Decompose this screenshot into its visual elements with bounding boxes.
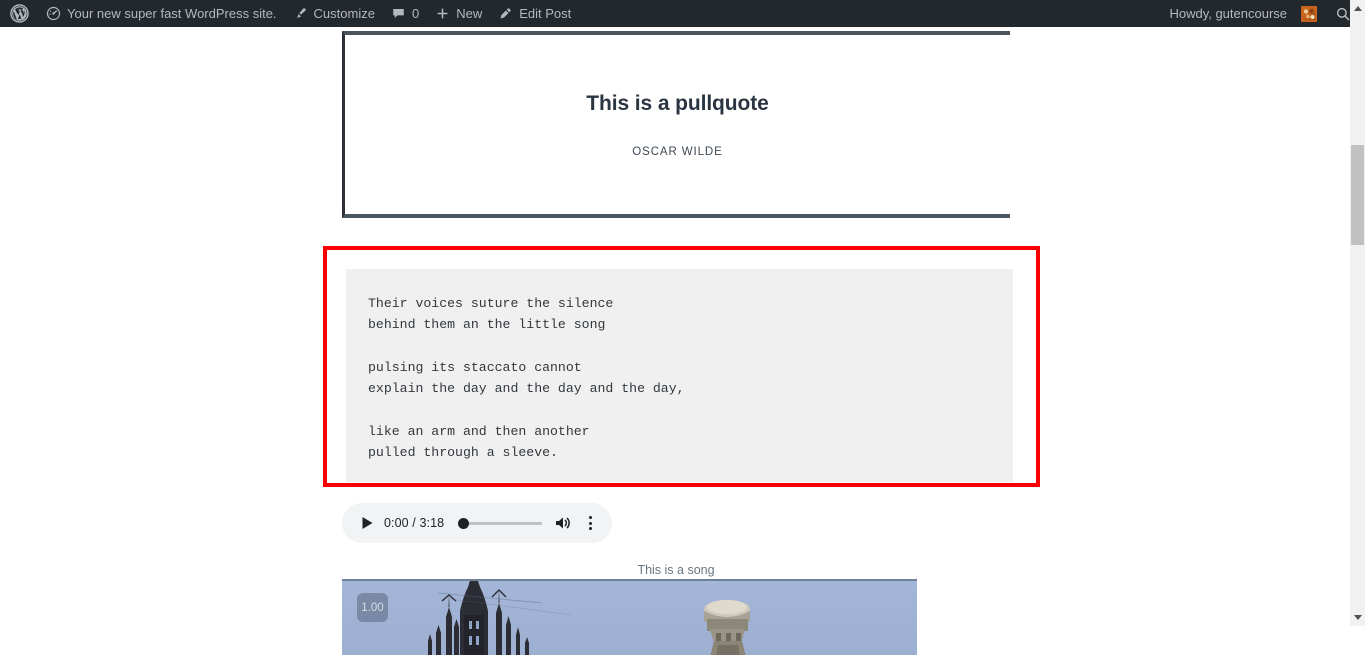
site-name-menu[interactable]: Your new super fast WordPress site.: [38, 0, 285, 27]
arrow-down-glyph: [1353, 615, 1362, 620]
admin-bar-right-group: Howdy, gutencourse: [1161, 0, 1365, 27]
wordpress-logo-icon: [10, 4, 29, 23]
wordpress-logo-button[interactable]: [0, 0, 38, 27]
play-triangle-icon[interactable]: [356, 512, 378, 534]
speaker-volume-icon[interactable]: [552, 512, 574, 534]
search-icon: [1335, 6, 1351, 22]
plus-icon: [435, 6, 450, 21]
customize-label: Customize: [313, 6, 375, 21]
audio-player[interactable]: 0:00 / 3:18: [342, 503, 612, 543]
video-block[interactable]: 1.00: [342, 579, 917, 655]
arrow-up-glyph: [1353, 6, 1362, 11]
pullquote-block[interactable]: This is a pullquote OSCAR WILDE: [342, 31, 1010, 218]
comments-button[interactable]: 0: [383, 0, 427, 27]
scroll-down-arrow-icon[interactable]: [1350, 609, 1365, 626]
verse-block[interactable]: Their voices suture the silence behind t…: [346, 269, 1013, 482]
scroll-up-arrow-icon[interactable]: [1350, 0, 1365, 17]
post-preview-content: This is a pullquote OSCAR WILDE Their vo…: [0, 27, 1350, 655]
wp-admin-bar: Your new super fast WordPress site. Cust…: [0, 0, 1365, 27]
playback-speed-badge[interactable]: 1.00: [357, 593, 388, 622]
dot: [588, 527, 592, 530]
audio-caption: This is a song: [637, 563, 715, 577]
howdy-account-menu[interactable]: Howdy, gutencourse: [1161, 0, 1325, 27]
customize-button[interactable]: Customize: [285, 0, 383, 27]
verse-block-highlight[interactable]: Their voices suture the silence behind t…: [323, 246, 1040, 487]
edit-post-label: Edit Post: [519, 6, 572, 21]
verse-text: Their voices suture the silence behind t…: [368, 296, 685, 461]
user-avatar-icon: [1301, 5, 1317, 22]
pencil-icon: [498, 6, 513, 21]
new-label: New: [456, 6, 483, 21]
dot: [588, 521, 592, 525]
paintbrush-icon: [293, 6, 308, 21]
edit-post-button[interactable]: Edit Post: [490, 0, 579, 27]
scrollbar-thumb[interactable]: [1351, 145, 1364, 245]
more-vertical-dots-icon[interactable]: [580, 512, 600, 534]
new-content-button[interactable]: New: [427, 0, 490, 27]
site-name-label: Your new super fast WordPress site.: [67, 6, 277, 21]
audio-time-display: 0:00 / 3:18: [384, 516, 445, 530]
howdy-label: Howdy, gutencourse: [1169, 6, 1287, 21]
page-scrollbar[interactable]: [1350, 0, 1365, 626]
audio-scrubber-track: [467, 521, 542, 525]
cathedral-spire-image: [428, 581, 750, 655]
comments-count: 0: [411, 6, 420, 21]
dot: [588, 516, 592, 519]
audio-scrubber[interactable]: [458, 516, 542, 530]
pullquote-citation: OSCAR WILDE: [632, 145, 723, 158]
comment-bubble-icon: [391, 6, 406, 21]
pullquote-text: This is a pullquote: [586, 91, 769, 115]
audio-scrubber-thumb[interactable]: [458, 517, 470, 529]
dashboard-speedometer-icon: [46, 6, 61, 21]
